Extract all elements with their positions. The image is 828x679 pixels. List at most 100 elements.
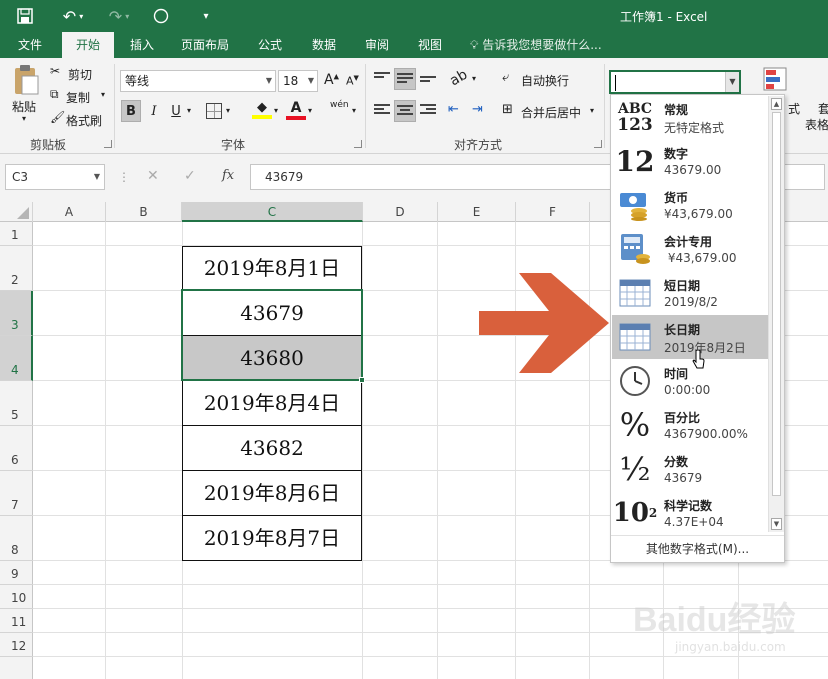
format-percentage[interactable]: % 百分比 4367900.00% (612, 403, 768, 447)
tab-data[interactable]: 数据 (304, 32, 344, 58)
row-header-12[interactable]: 12 (0, 633, 33, 657)
align-left-icon[interactable] (374, 104, 390, 118)
format-table-label-2[interactable]: 表格 (805, 116, 828, 133)
column-header-c[interactable]: C (182, 202, 363, 222)
undo-icon[interactable]: ↶ ▾ (58, 5, 88, 27)
row-header-10[interactable]: 10 (0, 585, 33, 609)
scroll-thumb[interactable] (772, 112, 781, 496)
name-box[interactable]: C3 ▼ (5, 164, 105, 190)
tab-home[interactable]: 开始 (62, 32, 114, 58)
format-long-date[interactable]: 长日期 2019年8月2日 (612, 315, 768, 359)
redo-icon[interactable]: ↷ ▾ (104, 5, 134, 27)
format-short-date[interactable]: 短日期 2019/8/2 (612, 271, 768, 315)
wrap-text-button[interactable]: 自动换行 (521, 72, 569, 89)
insert-function-icon[interactable]: fx (222, 168, 234, 183)
clipboard-launcher-icon[interactable] (104, 140, 112, 148)
cell-c5[interactable]: 2019年8月4日 (182, 380, 362, 426)
increase-indent-icon[interactable]: ⇥ (472, 102, 483, 117)
column-header-f[interactable]: F (516, 202, 590, 222)
column-header-b[interactable]: B (106, 202, 182, 222)
scroll-up-icon[interactable]: ▲ (771, 98, 782, 110)
customize-qat-icon[interactable]: ▾ (196, 5, 216, 27)
row-header-1[interactable]: 1 (0, 222, 33, 246)
fill-handle[interactable] (359, 377, 365, 383)
format-accounting[interactable]: 会计专用 ¥43,679.00 (612, 227, 768, 271)
format-painter-button[interactable]: 格式刷 (66, 112, 102, 129)
orientation-icon[interactable]: ab (447, 67, 470, 90)
orientation-arrow-icon[interactable]: ▾ (472, 74, 476, 83)
row-header-11[interactable]: 11 (0, 609, 33, 633)
decrease-indent-icon[interactable]: ⇤ (448, 102, 459, 117)
underline-button[interactable]: U (166, 100, 186, 122)
fill-color-icon[interactable]: ◆ (252, 100, 272, 122)
format-fraction[interactable]: ½ 分数 43679 (612, 447, 768, 491)
cell-c4[interactable]: 43680 (182, 335, 362, 381)
row-header-3[interactable]: 3 (0, 291, 33, 336)
touch-mode-icon[interactable] (150, 5, 172, 27)
phonetic-icon[interactable]: wén (330, 100, 349, 110)
format-currency[interactable]: 货币 ¥43,679.00 (612, 183, 768, 227)
chevron-down-icon[interactable]: ▼ (725, 72, 739, 92)
cell-c6[interactable]: 43682 (182, 425, 362, 471)
cell-c8[interactable]: 2019年8月7日 (182, 515, 362, 561)
font-name-select[interactable]: 等线 ▼ (120, 70, 276, 92)
format-time[interactable]: 时间 0:00:00 (612, 359, 768, 403)
tab-file[interactable]: 文件 (8, 32, 52, 58)
tab-insert[interactable]: 插入 (120, 32, 164, 58)
paste-arrow-icon[interactable]: ▾ (22, 114, 26, 123)
paste-button[interactable]: 粘贴 (12, 98, 36, 115)
middle-align-icon[interactable] (394, 68, 416, 90)
bottom-align-icon[interactable] (420, 76, 436, 90)
chevron-down-icon[interactable]: ▼ (94, 165, 100, 189)
save-icon[interactable] (14, 5, 36, 27)
row-header-9[interactable]: 9 (0, 561, 33, 585)
tab-view[interactable]: 视图 (410, 32, 450, 58)
column-header-e[interactable]: E (438, 202, 516, 222)
conditional-format-icon[interactable] (762, 66, 790, 94)
underline-arrow-icon[interactable]: ▾ (187, 106, 191, 115)
copy-button[interactable]: 复制 (66, 89, 90, 106)
phonetic-arrow-icon[interactable]: ▾ (352, 106, 356, 115)
more-number-formats-link[interactable]: 其他数字格式(M)... (611, 535, 784, 561)
number-format-select[interactable]: ▼ (609, 70, 741, 94)
format-general[interactable]: ABC 123 常规 无特定格式 (612, 95, 768, 139)
format-table-label[interactable]: 套 (818, 100, 828, 117)
scroll-down-icon[interactable]: ▼ (771, 518, 782, 530)
conditional-format-label[interactable]: 式 (788, 100, 800, 117)
cell-c7[interactable]: 2019年8月6日 (182, 470, 362, 516)
merge-arrow-icon[interactable]: ▾ (590, 106, 594, 115)
borders-arrow-icon[interactable]: ▾ (226, 106, 230, 115)
tab-review[interactable]: 审阅 (357, 32, 397, 58)
font-color-icon[interactable]: A (286, 100, 306, 122)
column-header-d[interactable]: D (363, 202, 438, 222)
font-launcher-icon[interactable] (354, 140, 362, 148)
format-number[interactable]: 12 数字 43679.00 (612, 139, 768, 183)
cell-c2[interactable]: 2019年8月1日 (182, 246, 362, 291)
copy-arrow-icon[interactable]: ▾ (101, 90, 105, 99)
bold-button[interactable]: B (121, 100, 141, 122)
row-header-6[interactable]: 6 (0, 426, 33, 471)
tab-page-layout[interactable]: 页面布局 (172, 32, 238, 58)
tell-me-search[interactable]: 💡︎ 告诉我您想要做什么... (470, 32, 602, 58)
increase-font-icon[interactable]: A▲ (324, 72, 339, 88)
select-all-corner[interactable] (0, 202, 33, 222)
column-header-a[interactable]: A (33, 202, 106, 222)
fill-color-arrow-icon[interactable]: ▾ (274, 106, 278, 115)
font-color-arrow-icon[interactable]: ▾ (308, 106, 312, 115)
borders-icon[interactable] (206, 103, 222, 119)
enter-icon[interactable]: ✓ (184, 168, 196, 184)
row-header-8[interactable]: 8 (0, 516, 33, 561)
row-header-4[interactable]: 4 (0, 336, 33, 381)
alignment-launcher-icon[interactable] (594, 140, 602, 148)
tab-formulas[interactable]: 公式 (250, 32, 290, 58)
font-size-select[interactable]: 18 ▼ (278, 70, 318, 92)
align-right-icon[interactable] (420, 104, 436, 118)
cut-button[interactable]: 剪切 (68, 66, 92, 83)
italic-button[interactable]: I (144, 100, 164, 122)
align-center-icon[interactable] (394, 100, 416, 122)
paste-icon[interactable] (12, 64, 40, 96)
cell-c3[interactable]: 43679 (182, 290, 362, 336)
row-header-5[interactable]: 5 (0, 381, 33, 426)
row-header-7[interactable]: 7 (0, 471, 33, 516)
decrease-font-icon[interactable]: A▼ (346, 74, 359, 88)
